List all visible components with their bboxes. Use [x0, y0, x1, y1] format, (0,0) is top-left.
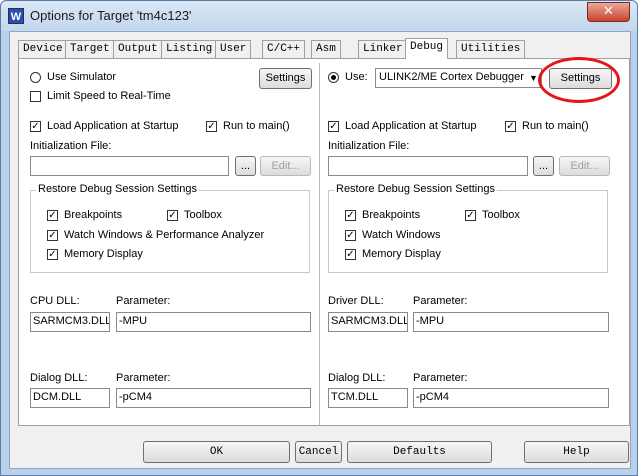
limit-speed-label: Limit Speed to Real-Time [47, 90, 171, 102]
right-breakpoints-checkbox[interactable]: ✓ [345, 210, 356, 221]
debugger-select[interactable]: ULINK2/ME Cortex Debugger ▼ [375, 68, 542, 88]
help-button[interactable]: Help [524, 441, 629, 463]
use-label: Use: [345, 71, 368, 83]
right-dialog-param-input[interactable]: -pCM4 [413, 388, 609, 408]
left-memory-label: Memory Display [64, 248, 143, 260]
cpu-param-input[interactable]: -MPU [116, 312, 311, 332]
options-dialog: W Options for Target 'tm4c123' ✕ Device … [0, 0, 638, 476]
right-toolbox-checkbox[interactable]: ✓ [465, 210, 476, 221]
left-init-file-input[interactable] [30, 156, 229, 176]
tab-asm[interactable]: Asm [311, 40, 341, 58]
right-toolbox-label: Toolbox [482, 209, 520, 221]
right-memory-checkbox[interactable]: ✓ [345, 249, 356, 260]
left-toolbox-checkbox[interactable]: ✓ [167, 210, 178, 221]
left-dialog-dll-input[interactable]: DCM.DLL [30, 388, 110, 408]
left-run-to-main-label: Run to main() [223, 120, 290, 132]
cpu-dll-label: CPU DLL: [30, 295, 80, 307]
column-divider [319, 63, 321, 425]
right-init-file-label: Initialization File: [328, 140, 410, 152]
tab-listing[interactable]: Listing [161, 40, 218, 58]
right-load-app-label: Load Application at Startup [345, 120, 477, 132]
left-memory-checkbox[interactable]: ✓ [47, 249, 58, 260]
dialog-client-area: Device Target Output Listing User C/C++ … [9, 31, 631, 469]
debugger-select-value: ULINK2/ME Cortex Debugger [379, 71, 524, 83]
right-init-file-input[interactable] [328, 156, 528, 176]
use-debugger-radio[interactable] [328, 72, 339, 83]
close-button[interactable]: ✕ [587, 2, 630, 22]
window-title: Options for Target 'tm4c123' [30, 8, 192, 23]
right-dialog-dll-label: Dialog DLL: [328, 372, 386, 384]
cpu-dll-input[interactable]: SARMCM3.DLL [30, 312, 110, 332]
tab-target[interactable]: Target [65, 40, 115, 58]
right-memory-label: Memory Display [362, 248, 441, 260]
cpu-param-label: Parameter: [116, 295, 171, 307]
tab-linker[interactable]: Linker [358, 40, 408, 58]
left-browse-button[interactable]: ... [235, 156, 256, 176]
left-edit-button[interactable]: Edit... [260, 156, 311, 176]
driver-dll-input[interactable]: SARMCM3.DLL [328, 312, 408, 332]
right-restore-group-title: Restore Debug Session Settings [334, 183, 497, 195]
driver-param-input[interactable]: -MPU [413, 312, 609, 332]
tab-user[interactable]: User [215, 40, 252, 58]
left-breakpoints-checkbox[interactable]: ✓ [47, 210, 58, 221]
chevron-down-icon: ▼ [529, 73, 538, 83]
left-watch-checkbox[interactable]: ✓ [47, 230, 58, 241]
left-run-to-main-checkbox[interactable]: ✓ [206, 121, 217, 132]
right-breakpoints-label: Breakpoints [362, 209, 421, 221]
right-dialog-dll-input[interactable]: TCM.DLL [328, 388, 408, 408]
right-edit-button[interactable]: Edit... [559, 156, 610, 176]
right-dialog-param-label: Parameter: [413, 372, 468, 384]
right-browse-button[interactable]: ... [533, 156, 554, 176]
left-load-app-checkbox[interactable]: ✓ [30, 121, 41, 132]
left-init-file-label: Initialization File: [30, 140, 112, 152]
title-bar[interactable]: W Options for Target 'tm4c123' ✕ [1, 1, 637, 31]
left-toolbox-label: Toolbox [184, 209, 222, 221]
tab-output[interactable]: Output [113, 40, 163, 58]
tab-device[interactable]: Device [18, 40, 68, 58]
defaults-button[interactable]: Defaults [347, 441, 492, 463]
debugger-settings-button[interactable]: Settings [549, 68, 612, 89]
ok-button[interactable]: OK [143, 441, 290, 463]
tab-cc[interactable]: C/C++ [262, 40, 306, 58]
use-simulator-label: Use Simulator [47, 71, 117, 83]
left-watch-label: Watch Windows & Performance Analyzer [64, 229, 265, 241]
use-simulator-radio[interactable] [30, 72, 41, 83]
right-watch-label: Watch Windows [362, 229, 441, 241]
debug-tab-panel: Use Simulator Limit Speed to Real-Time S… [18, 58, 630, 426]
left-dialog-dll-label: Dialog DLL: [30, 372, 88, 384]
right-run-to-main-label: Run to main() [522, 120, 589, 132]
left-restore-group-title: Restore Debug Session Settings [36, 183, 199, 195]
driver-param-label: Parameter: [413, 295, 468, 307]
tab-utilities[interactable]: Utilities [456, 40, 526, 58]
right-watch-checkbox[interactable]: ✓ [345, 230, 356, 241]
keil-app-icon: W [8, 8, 24, 24]
limit-speed-checkbox[interactable] [30, 91, 41, 102]
tab-debug[interactable]: Debug [405, 38, 449, 59]
right-run-to-main-checkbox[interactable]: ✓ [505, 121, 516, 132]
driver-dll-label: Driver DLL: [328, 295, 384, 307]
simulator-settings-button[interactable]: Settings [259, 68, 312, 89]
left-dialog-param-label: Parameter: [116, 372, 171, 384]
left-load-app-label: Load Application at Startup [47, 120, 179, 132]
left-breakpoints-label: Breakpoints [64, 209, 123, 221]
left-dialog-param-input[interactable]: -pCM4 [116, 388, 311, 408]
cancel-button[interactable]: Cancel [295, 441, 342, 463]
right-load-app-checkbox[interactable]: ✓ [328, 121, 339, 132]
